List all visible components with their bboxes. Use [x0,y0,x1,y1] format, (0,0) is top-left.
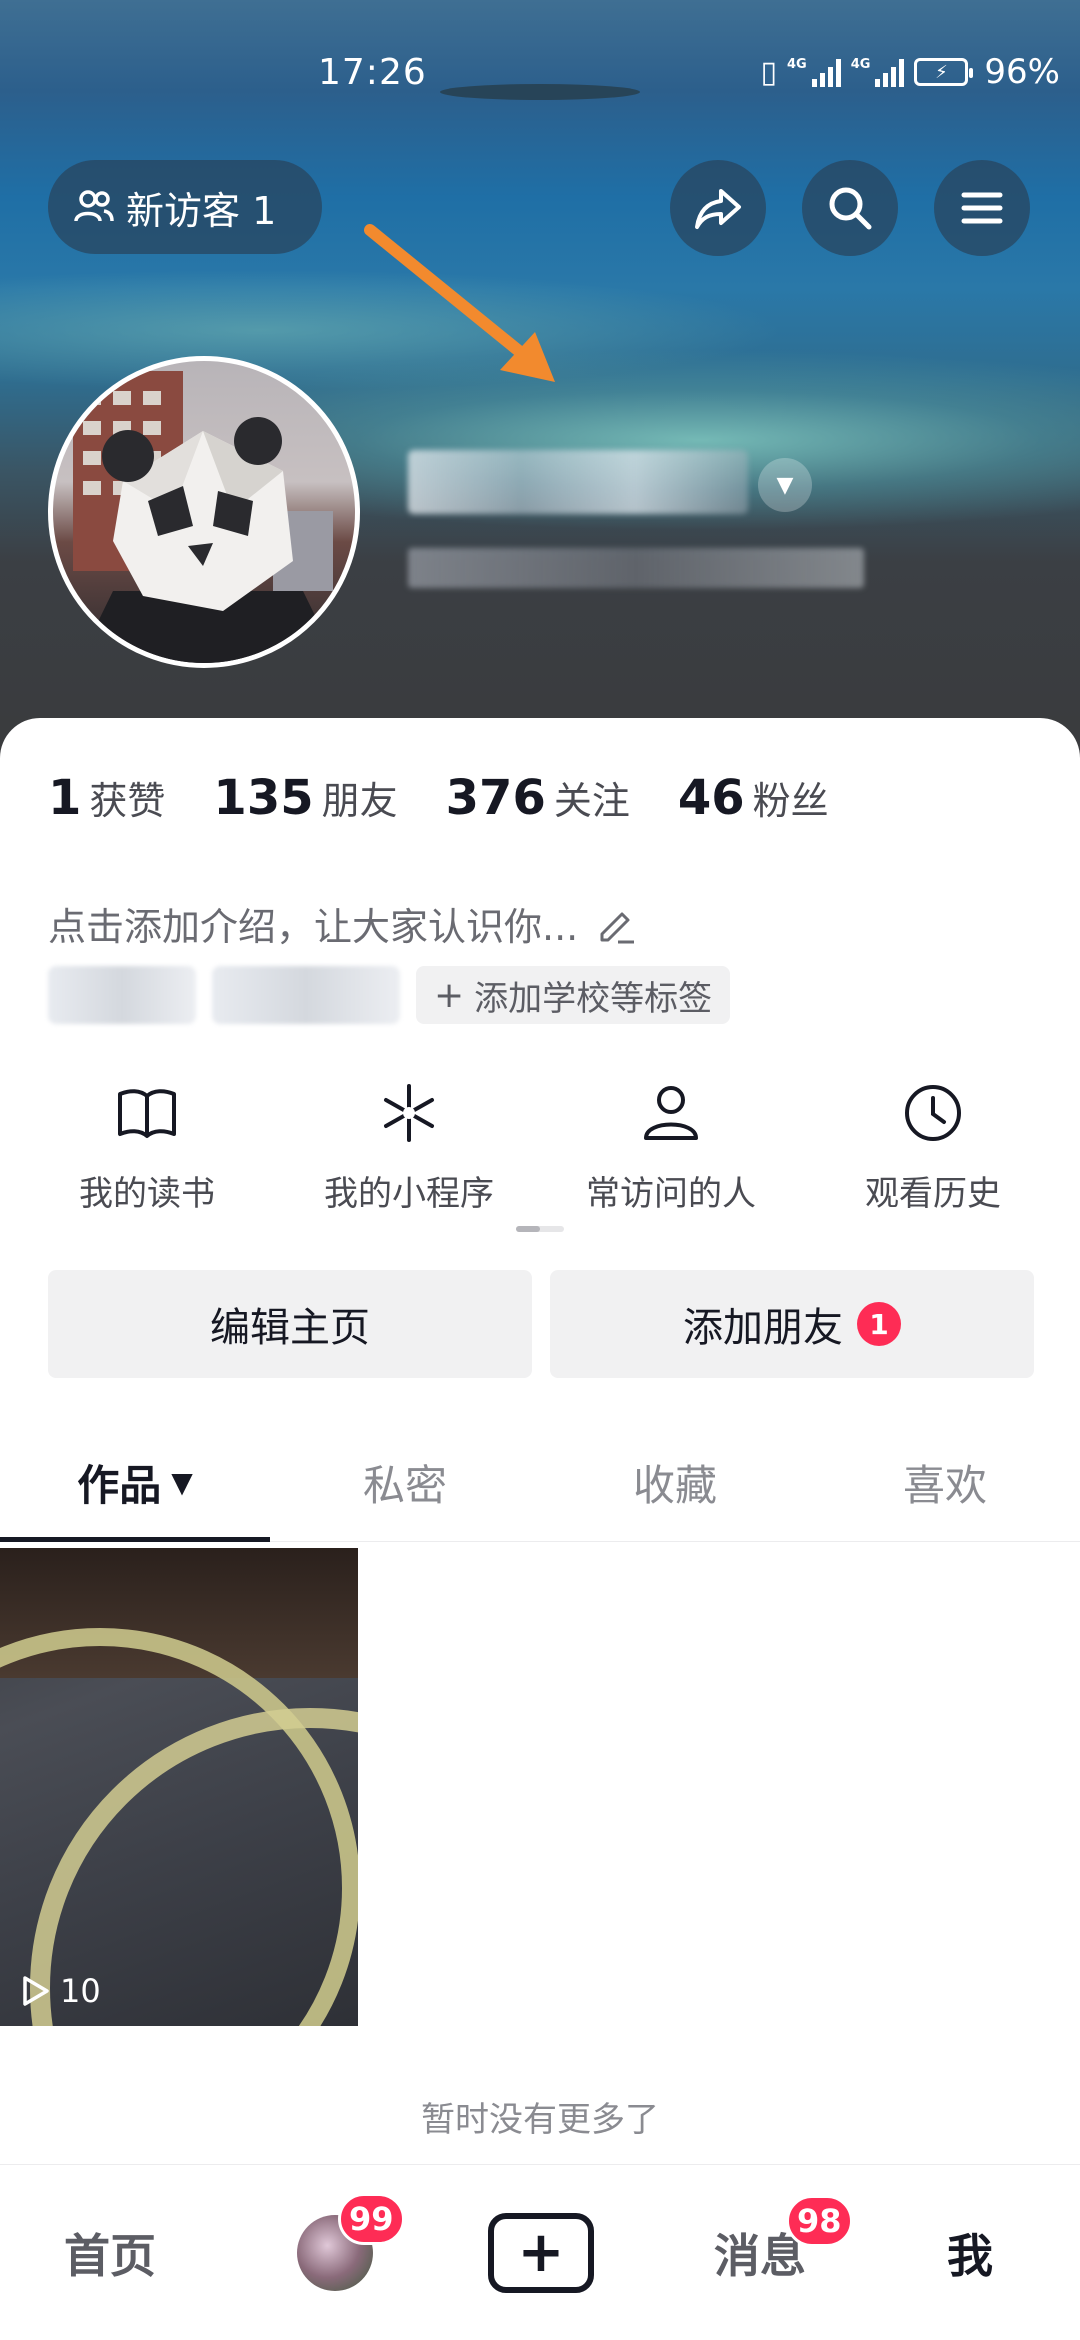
edit-pencil-icon [600,912,635,943]
search-icon [829,187,872,230]
battery-icon: ⚡ [914,58,974,86]
panda-avatar-image [73,371,339,663]
signal-icon-1: 4G [787,57,841,87]
hamburger-menu-icon [961,192,1003,224]
new-visitor-button[interactable]: 新访客 1 [48,160,322,254]
stat-followers[interactable]: 46 粉丝 [678,770,829,826]
tab-private[interactable]: 私密 [270,1424,540,1541]
friends-badge: 99 [338,2193,405,2245]
create-plus-icon: + [488,2213,594,2293]
plus-icon: + [434,974,465,1016]
video-play-count: 10 [18,1972,101,2010]
status-icons: ▯ 4G 4G ⚡ 96% [760,52,1060,92]
add-school-tag-label: 添加学校等标签 [474,978,713,1019]
clock-icon [905,1085,961,1141]
shortcut-watch-history[interactable]: 观看历史 [802,1080,1064,1215]
works-dropdown-caret-icon: ▼ [171,1466,193,1499]
video-thumbnail[interactable]: 10 [0,1548,358,2026]
edit-profile-button[interactable]: 编辑主页 [48,1270,532,1378]
tab-liked[interactable]: 喜欢 [810,1424,1080,1541]
nickname-redacted[interactable] [408,450,748,514]
add-school-tag-button[interactable]: + 添加学校等标签 [416,966,731,1024]
status-time: 17:26 [318,52,427,93]
stat-following[interactable]: 376 关注 [446,770,630,826]
nav-home[interactable]: 首页 [40,2165,180,2340]
tab-favorites[interactable]: 收藏 [540,1424,810,1541]
cover-island-shape [440,84,640,100]
account-switch-caret-icon[interactable]: ▼ [758,458,812,512]
stat-likes[interactable]: 1 获赞 [48,770,165,826]
bio-placeholder-text: 点击添加介绍，让大家认识你... [48,905,579,949]
vibrate-icon: ▯ [760,54,777,90]
profile-stats: 1 获赞 135 朋友 376 关注 46 粉丝 [48,770,877,826]
nav-create[interactable]: + [486,2165,596,2340]
bio-add-prompt[interactable]: 点击添加介绍，让大家认识你... [48,896,638,951]
menu-button[interactable] [934,160,1030,256]
shortcut-my-reading[interactable]: 我的读书 [16,1080,278,1215]
account-id-redacted [408,548,864,588]
search-button[interactable] [802,160,898,256]
shortcut-my-mini-programs[interactable]: 我的小程序 [278,1080,540,1215]
messages-badge: 98 [786,2195,853,2247]
no-more-content-text: 暂时没有更多了 [421,2100,659,2140]
bottom-navigation: 首页 99 + 消息 98 我 [0,2164,1080,2340]
nav-me[interactable]: 我 [920,2165,1020,2340]
share-icon [695,189,741,229]
share-button[interactable] [670,160,766,256]
nav-messages[interactable]: 消息 98 [690,2165,853,2340]
annotation-arrow-icon [364,224,555,382]
profile-avatar[interactable] [48,356,360,668]
new-visitor-label: 新访客 1 [126,188,277,233]
age-tag-redacted[interactable] [48,966,196,1024]
shortcut-page-indicator [516,1226,564,1232]
nav-friends[interactable]: 99 [280,2165,405,2340]
stat-friends[interactable]: 135 朋友 [213,770,397,826]
add-friends-badge: 1 [857,1302,901,1346]
add-friends-button[interactable]: 添加朋友 1 [550,1270,1034,1378]
battery-percent: 96% [984,52,1060,92]
play-icon [23,1976,49,2006]
mini-program-icon [384,1084,434,1142]
profile-tags: + 添加学校等标签 [48,966,731,1024]
shortcut-frequent-visitors[interactable]: 常访问的人 [540,1080,802,1215]
person-icon [644,1086,698,1140]
tab-works[interactable]: 作品 ▼ [0,1424,270,1542]
location-tag-redacted[interactable] [212,966,400,1024]
shortcut-row: 我的读书 我的小程序 常访问的人 观看历史 [0,1080,1080,1215]
signal-icon-2: 4G [851,57,905,87]
content-tabs: 作品 ▼ 私密 收藏 喜欢 [0,1424,1080,1542]
book-icon [118,1089,176,1138]
visitors-icon [74,190,114,222]
profile-actions: 编辑主页 添加朋友 1 [48,1270,1034,1378]
